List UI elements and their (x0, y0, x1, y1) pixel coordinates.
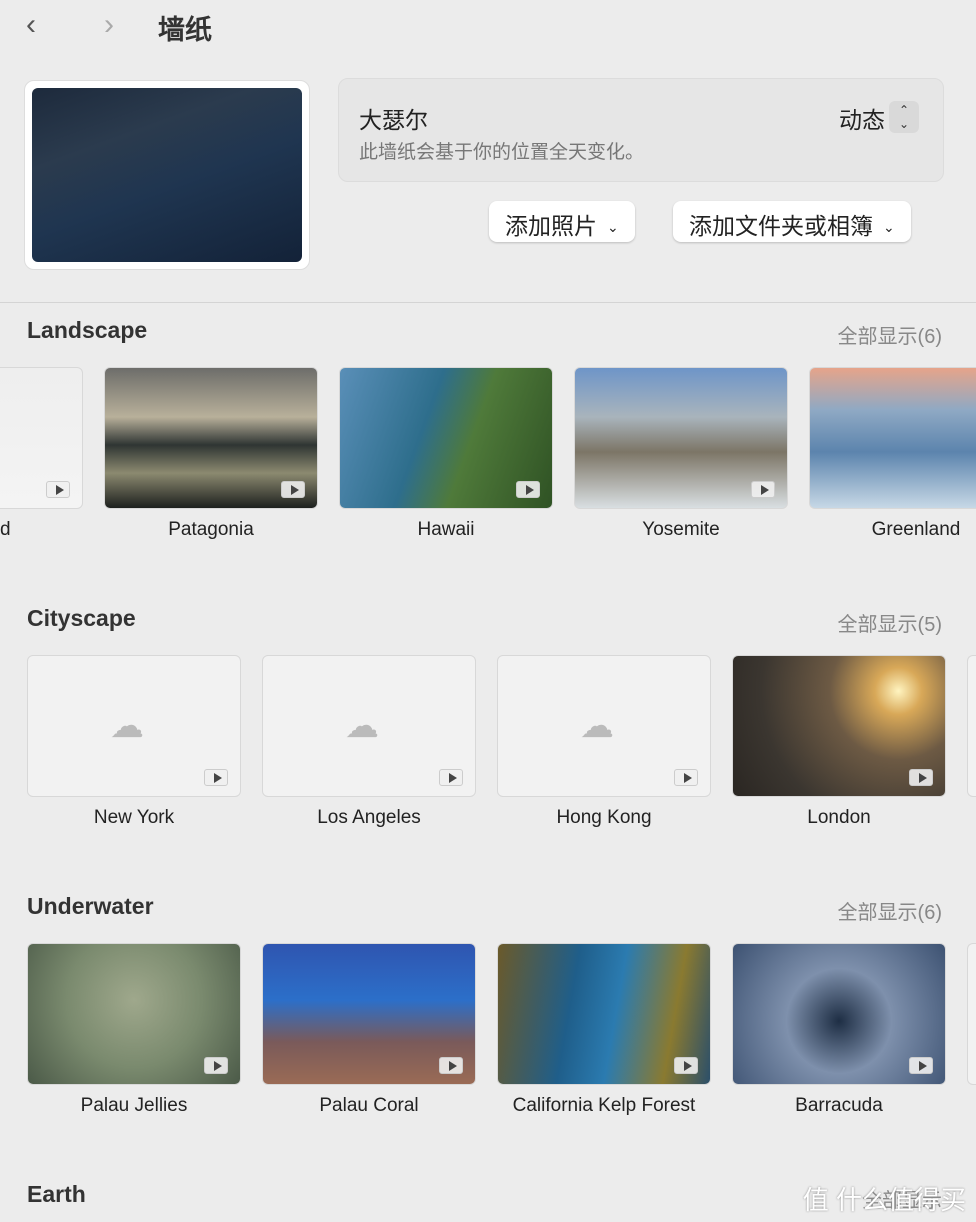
section-title: Cityscape (27, 605, 136, 631)
play-icon (46, 481, 70, 498)
cloud-warning-icon: ☁ (580, 707, 614, 745)
wallpaper-thumbnail[interactable] (0, 367, 83, 509)
play-icon (674, 769, 698, 786)
wallpaper-thumbnail[interactable] (262, 943, 476, 1085)
add-folder-label: 添加文件夹或相簿 (689, 213, 873, 239)
wallpaper-description: 此墙纸会基于你的位置全天变化。 (359, 142, 645, 163)
wallpaper-label: Yosemite (642, 519, 720, 540)
wallpaper-thumbnail[interactable] (967, 655, 976, 797)
wallpaper-thumbnail[interactable] (497, 943, 711, 1085)
wallpaper-thumbnail[interactable] (967, 943, 976, 1085)
wallpaper-thumbnail[interactable] (809, 367, 976, 509)
chevron-down-icon: ⌄ (883, 219, 895, 236)
wallpaper-label: California Kelp Forest (512, 1095, 696, 1116)
play-icon (909, 769, 933, 786)
wallpaper-label: Patagonia (168, 519, 254, 540)
current-wallpaper-preview (24, 80, 310, 270)
watermark: 值 什么值得买 (802, 1185, 966, 1215)
play-icon (281, 481, 305, 498)
show-all-link[interactable]: 全部显示(6) (838, 896, 942, 925)
wallpaper-label: Hong Kong (556, 807, 652, 828)
wallpaper-label: Barracuda (795, 1095, 883, 1116)
wallpaper-thumbnail[interactable] (732, 655, 946, 797)
wallpaper-label: New York (93, 807, 175, 828)
add-photo-button[interactable]: 添加照片 ⌄ (489, 201, 635, 242)
play-icon (204, 769, 228, 786)
wallpaper-label: Hawaii (417, 519, 475, 540)
play-icon (909, 1057, 933, 1074)
wallpaper-thumbnail[interactable]: ☁ (262, 655, 476, 797)
play-icon (204, 1057, 228, 1074)
play-icon (674, 1057, 698, 1074)
add-folder-button[interactable]: 添加文件夹或相簿 ⌄ (673, 201, 911, 242)
play-icon (751, 481, 775, 498)
wallpaper-thumbnail[interactable] (27, 943, 241, 1085)
wallpaper-thumbnail[interactable] (574, 367, 788, 509)
wallpaper-thumbnail[interactable] (732, 943, 946, 1085)
play-icon (516, 481, 540, 498)
wallpaper-thumbnail[interactable]: ☁ (497, 655, 711, 797)
updown-chevron-icon[interactable]: ⌃ ⌄ (889, 101, 919, 133)
play-icon (439, 1057, 463, 1074)
show-all-link[interactable]: 全部显示(5) (838, 608, 942, 637)
wallpaper-thumbnail[interactable] (104, 367, 318, 509)
wallpaper-label: d (0, 519, 11, 540)
wallpaper-label: London (807, 807, 871, 828)
cloud-warning-icon: ☁ (110, 707, 144, 745)
wallpaper-thumbnail[interactable] (339, 367, 553, 509)
cloud-warning-icon: ☁ (345, 707, 379, 745)
add-photo-label: 添加照片 (505, 213, 597, 239)
wallpaper-label: Palau Coral (319, 1095, 419, 1116)
wallpaper-label: Palau Jellies (80, 1095, 188, 1116)
wallpaper-label: Los Angeles (317, 807, 421, 828)
divider (0, 302, 976, 303)
wallpaper-label: Greenland (871, 519, 961, 540)
chevron-down-icon: ⌄ (607, 219, 619, 236)
forward-button[interactable]: › (104, 8, 114, 42)
wallpaper-name: 大瑟尔 (359, 107, 428, 133)
section-title: Landscape (27, 317, 148, 343)
show-all-link[interactable]: 全部显示(6) (838, 320, 942, 349)
section-title: Underwater (27, 893, 154, 919)
back-button[interactable]: ‹ (26, 8, 36, 42)
mode-select[interactable]: 动态 (839, 101, 885, 135)
wallpaper-thumbnail[interactable]: ☁ (27, 655, 241, 797)
section-title: Earth (27, 1181, 86, 1207)
play-icon (439, 769, 463, 786)
wallpaper-info: 大瑟尔 此墙纸会基于你的位置全天变化。 动态 ⌃ ⌄ (338, 78, 944, 182)
page-title: 墙纸 (158, 15, 212, 45)
